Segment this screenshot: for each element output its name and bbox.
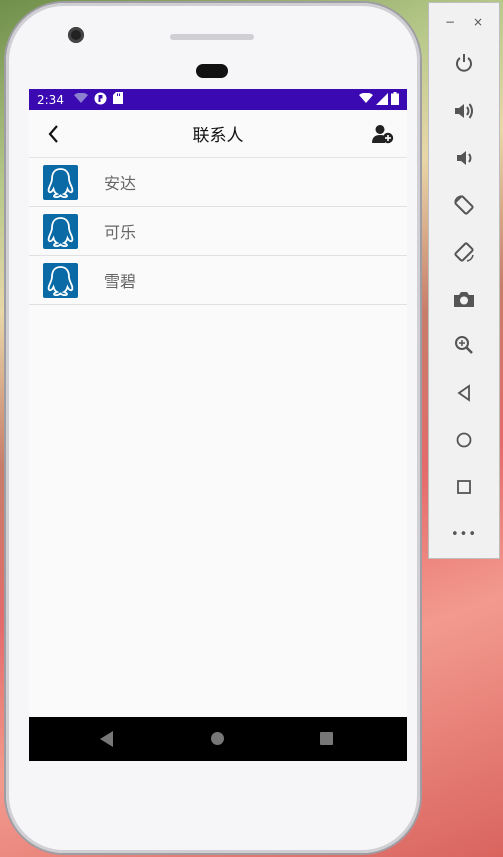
back-triangle-icon[interactable] [451,380,477,406]
rotate-right-icon[interactable] [451,239,477,265]
overview-square-icon[interactable] [451,474,477,500]
app-notification-icon [94,92,107,108]
more-options-icon[interactable]: ••• [451,521,477,547]
phone-frame: 2:34 联系人 安达 可乐 雪碧 [6,3,420,853]
zoom-icon[interactable] [451,332,477,358]
front-camera [68,27,84,43]
wifi-signal-icon [359,92,373,107]
wifi-icon [73,92,88,107]
status-time: 2:34 [37,92,64,107]
volume-up-icon[interactable] [451,98,477,124]
emulator-side-panel: − × ••• [428,2,500,559]
status-bar: 2:34 [29,89,407,110]
app-toolbar: 联系人 [29,110,407,158]
volume-down-icon[interactable] [451,145,477,171]
sd-card-icon [112,92,123,107]
back-arrow-icon[interactable] [45,123,65,145]
contact-row[interactable]: 可乐 [29,207,407,256]
contact-row[interactable]: 安达 [29,158,407,207]
minimize-button[interactable]: − [445,15,455,29]
close-button[interactable]: × [473,15,483,29]
nav-home-icon[interactable] [211,732,224,745]
add-contact-icon[interactable] [372,124,394,144]
qq-penguin-icon [43,164,78,200]
android-nav-bar [29,717,407,761]
contact-name: 安达 [104,174,137,193]
contact-name: 雪碧 [104,272,137,291]
earpiece-speaker [170,34,254,40]
qq-penguin-icon [43,262,78,298]
device-screen: 2:34 联系人 安达 可乐 雪碧 [29,89,407,761]
nav-back-icon[interactable] [100,731,113,747]
home-circle-icon[interactable] [451,427,477,453]
battery-icon [391,92,399,108]
proximity-sensor [196,64,228,78]
camera-icon[interactable] [451,286,477,312]
contact-name: 可乐 [104,223,137,242]
contact-row[interactable]: 雪碧 [29,256,407,305]
qq-penguin-icon [43,213,78,249]
rotate-left-icon[interactable] [451,192,477,218]
power-icon[interactable] [451,50,477,76]
cell-signal-icon [376,92,388,108]
page-title: 联系人 [192,126,244,146]
nav-recent-icon[interactable] [320,732,333,745]
contact-list: 安达 可乐 雪碧 [29,158,407,305]
status-right-icons [359,92,399,108]
